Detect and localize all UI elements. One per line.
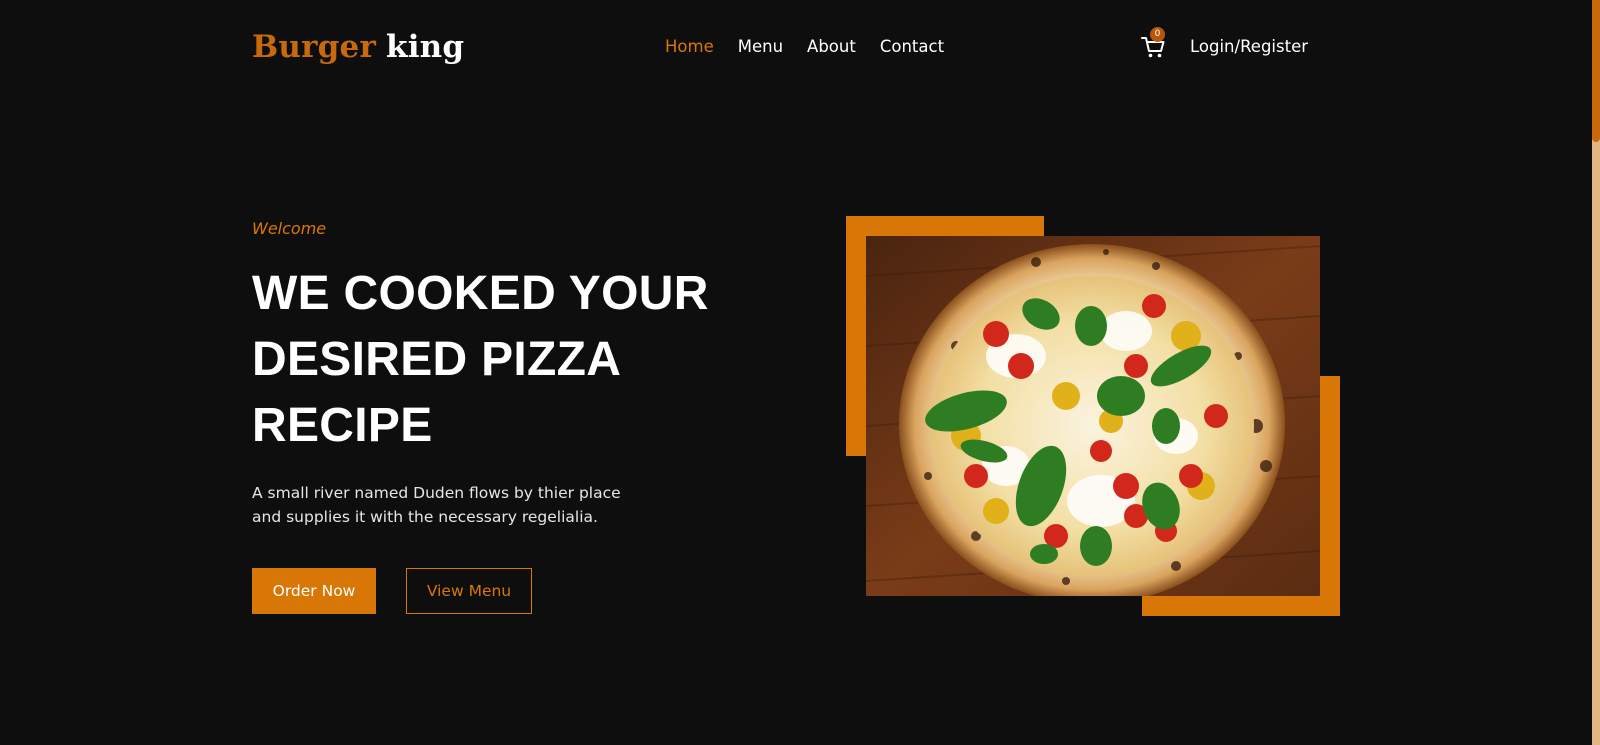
- scrollbar-thumb[interactable]: [1592, 0, 1600, 142]
- page-scrollbar[interactable]: [1592, 0, 1600, 745]
- cart-button[interactable]: 0: [1140, 27, 1168, 60]
- pizza-illustration: [866, 236, 1320, 596]
- nav-item-menu[interactable]: Menu: [738, 36, 783, 58]
- login-register-link[interactable]: Login/Register: [1190, 36, 1308, 58]
- nav-item-home[interactable]: Home: [665, 36, 714, 58]
- hero-headline: WE COOKED YOUR DESIRED PIZZA RECIPE: [252, 261, 772, 459]
- cart-count-badge: 0: [1150, 27, 1165, 42]
- brand-logo-part2: king: [386, 29, 465, 65]
- hero-description-line: and supplies it with the necessary regel…: [252, 508, 598, 526]
- view-menu-button[interactable]: View Menu: [406, 568, 532, 614]
- hero-headline-line: DESIRED PIZZA: [252, 333, 622, 386]
- nav-item-contact[interactable]: Contact: [880, 36, 944, 58]
- brand-logo-part1: Burger: [252, 29, 377, 65]
- hero-description: A small river named Duden flows by thier…: [252, 481, 632, 529]
- hero-headline-line: RECIPE: [252, 399, 433, 452]
- hero-headline-line: WE COOKED YOUR: [252, 267, 709, 320]
- order-now-button[interactable]: Order Now: [252, 568, 376, 614]
- nav-item-about[interactable]: About: [807, 36, 856, 58]
- pizza-hero-image: [866, 236, 1320, 596]
- brand-logo[interactable]: Burger king: [252, 27, 464, 67]
- hero-eyebrow: Welcome: [252, 219, 327, 238]
- main-nav: Home Menu About Contact: [665, 36, 968, 58]
- hero-description-line: A small river named Duden flows by thier…: [252, 484, 621, 502]
